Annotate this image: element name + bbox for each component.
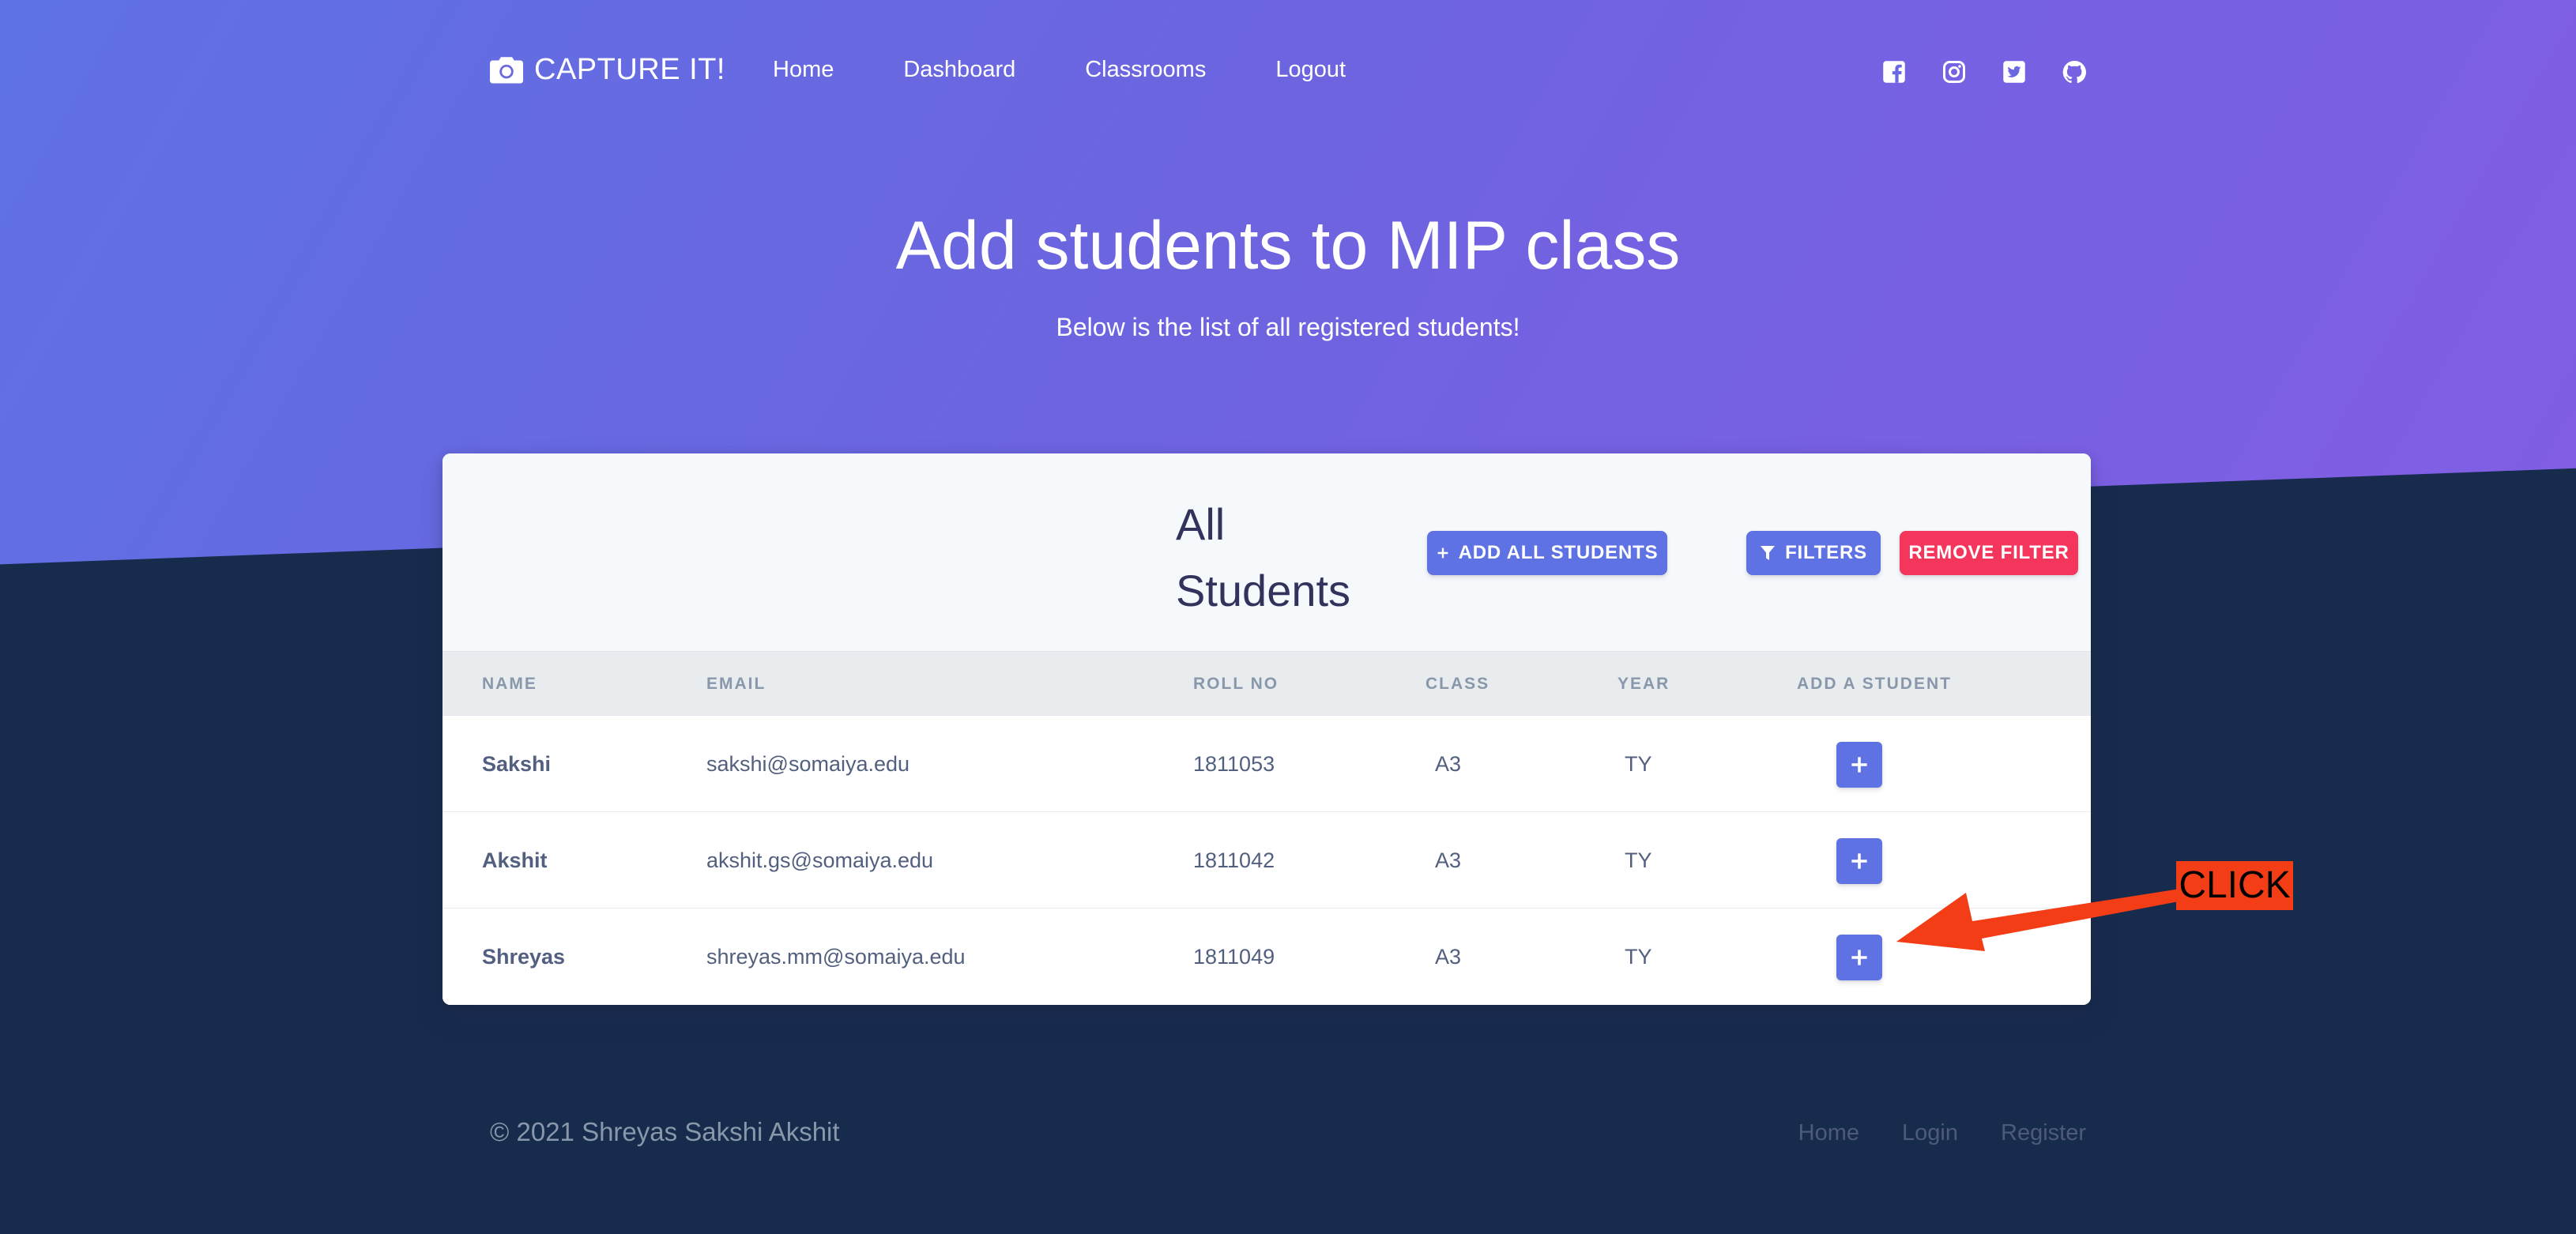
column-header-class: CLASS [1425,675,1490,693]
table-row: Akshit akshit.gs@somaiya.edu 1811042 A3 … [443,812,2091,909]
add-all-label: ADD ALL STUDENTS [1458,542,1659,563]
footer-copyright: © 2021 Shreyas Sakshi Akshit [490,1117,840,1146]
camera-icon [490,57,523,84]
column-header-year: YEAR [1618,675,1670,693]
nav-links: Home Dashboard Classrooms Logout [773,49,1346,90]
student-class: A3 [1435,945,1462,969]
student-name: Sakshi [482,752,552,776]
plus-icon [1437,547,1448,559]
student-year: TY [1625,752,1652,776]
nav-home[interactable]: Home [773,57,834,83]
instagram-icon[interactable] [1942,60,1966,84]
column-header-email: EMAIL [706,675,766,693]
add-student-button-shreyas[interactable] [1836,935,1882,980]
student-roll-no: 1811049 [1193,945,1275,969]
remove-filter-label: REMOVE FILTER [1908,542,2069,563]
plus-icon [1851,757,1867,773]
annotation-arrow-icon [1896,889,2183,951]
student-year: TY [1625,848,1652,872]
nav-classrooms[interactable]: Classrooms [1085,57,1206,83]
student-email: shreyas.mm@somaiya.edu [706,945,966,969]
remove-filter-button[interactable]: REMOVE FILTER [1900,531,2078,575]
footer-link-login[interactable]: Login [1902,1120,1958,1146]
social-links [1882,60,2086,84]
student-name: Shreyas [482,945,566,969]
plus-icon [1851,853,1867,869]
filters-label: FILTERS [1785,542,1867,563]
facebook-icon[interactable] [1882,60,1906,84]
page-subtitle: Below is the list of all registered stud… [1056,313,1520,341]
add-all-students-button[interactable]: ADD ALL STUDENTS [1427,531,1667,575]
footer-link-home[interactable]: Home [1798,1120,1859,1146]
column-header-add-student: ADD A STUDENT [1797,675,1952,693]
plus-icon [1851,950,1867,965]
nav-logout[interactable]: Logout [1275,57,1346,83]
table-header: NAME EMAIL ROLL NO CLASS YEAR ADD A STUD… [443,651,2091,716]
student-class: A3 [1435,848,1462,872]
student-roll-no: 1811053 [1193,752,1275,776]
github-icon[interactable] [2062,60,2086,84]
student-roll-no: 1811042 [1193,848,1275,872]
student-name: Akshit [482,848,548,872]
students-card: All Students ADD ALL STUDENTS FILTERS RE… [443,453,2091,1005]
table-row: Sakshi sakshi@somaiya.edu 1811053 A3 TY [443,716,2091,812]
filters-button[interactable]: FILTERS [1746,531,1881,575]
navbar: CAPTURE IT! Home Dashboard Classrooms Lo… [490,49,2086,128]
filter-icon [1761,546,1776,560]
brand-name: CAPTURE IT! [534,52,725,86]
table-row: Shreyas shreyas.mm@somaiya.edu 1811049 A… [443,909,2091,1005]
annotation-click-label: CLICK [2176,861,2293,910]
student-email: sakshi@somaiya.edu [706,752,910,776]
page-title: Add students to MIP class [895,208,1681,284]
student-year: TY [1625,945,1652,969]
column-header-name: NAME [482,675,537,693]
card-header: All Students ADD ALL STUDENTS FILTERS RE… [443,453,2091,651]
add-student-button-akshit[interactable] [1836,838,1882,884]
twitter-icon[interactable] [2002,60,2026,84]
student-email: akshit.gs@somaiya.edu [706,848,934,872]
student-class: A3 [1435,752,1462,776]
footer-links: Home Login Register [1798,1120,2086,1146]
column-header-roll-no: ROLL NO [1193,675,1279,693]
nav-dashboard[interactable]: Dashboard [903,57,1015,83]
card-title: All Students [1176,499,1351,615]
add-student-button-sakshi[interactable] [1836,742,1882,788]
footer-link-register[interactable]: Register [2001,1120,2086,1146]
brand-logo[interactable]: CAPTURE IT! [490,49,725,90]
